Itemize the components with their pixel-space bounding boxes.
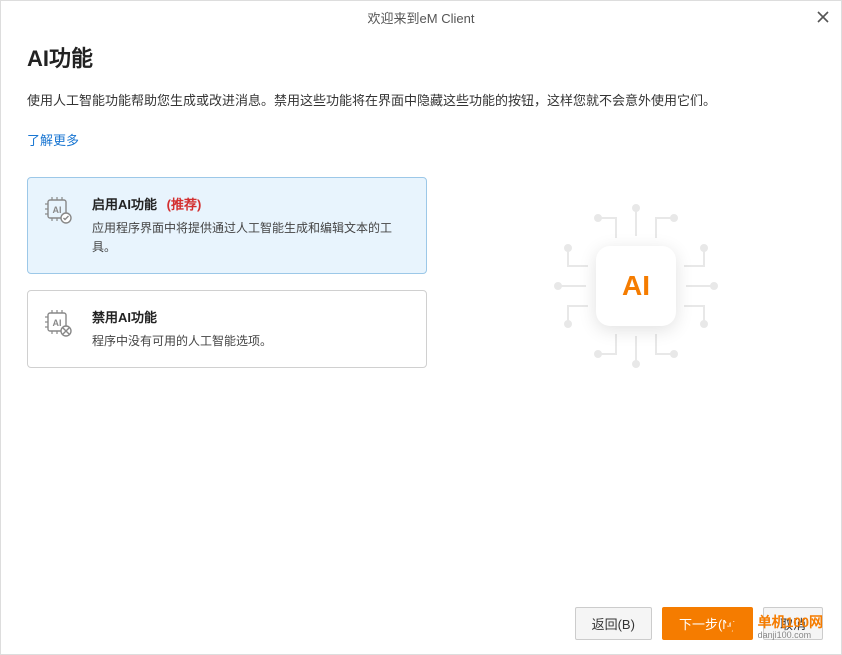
option-enable-desc: 应用程序界面中将提供通过人工智能生成和编辑文本的工具。: [92, 219, 412, 257]
option-enable-body: 启用AI功能 (推荐) 应用程序界面中将提供通过人工智能生成和编辑文本的工具。: [92, 194, 412, 257]
learn-more-link[interactable]: 了解更多: [27, 130, 79, 149]
option-disable-desc: 程序中没有可用的人工智能选项。: [92, 332, 412, 351]
page-description: 使用人工智能功能帮助您生成或改进消息。禁用这些功能将在界面中隐藏这些功能的按钮，…: [27, 91, 815, 112]
option-disable-ai[interactable]: AI 禁用: [27, 290, 427, 368]
ai-chip-label: AI: [596, 246, 676, 326]
main-area: AI 启用: [27, 177, 815, 385]
next-button[interactable]: 下一步(N): [662, 607, 753, 640]
option-disable-body: 禁用AI功能 程序中没有可用的人工智能选项。: [92, 307, 412, 351]
svg-text:AI: AI: [53, 205, 62, 215]
titlebar: 欢迎来到eM Client: [1, 1, 841, 33]
cancel-button[interactable]: 取消: [763, 607, 823, 640]
option-enable-title: 启用AI功能 (推荐): [92, 194, 412, 213]
option-enable-title-text: 启用AI功能: [92, 197, 157, 212]
option-disable-title: 禁用AI功能: [92, 307, 412, 326]
recommended-badge: (推荐): [167, 197, 202, 212]
window-title: 欢迎来到eM Client: [368, 8, 475, 27]
page-title: AI功能: [27, 41, 815, 73]
ai-illustration: AI: [457, 177, 815, 385]
svg-text:AI: AI: [53, 318, 62, 328]
close-button[interactable]: [813, 7, 833, 27]
ai-enable-icon: AI: [42, 194, 78, 257]
back-button[interactable]: 返回(B): [575, 607, 652, 640]
option-enable-ai[interactable]: AI 启用: [27, 177, 427, 274]
options-column: AI 启用: [27, 177, 427, 385]
close-icon: [817, 11, 829, 23]
footer-buttons: 返回(B) 下一步(N) 取消: [575, 607, 823, 640]
content-area: AI功能 使用人工智能功能帮助您生成或改进消息。禁用这些功能将在界面中隐藏这些功…: [1, 33, 841, 384]
ai-disable-icon: AI: [42, 307, 78, 351]
